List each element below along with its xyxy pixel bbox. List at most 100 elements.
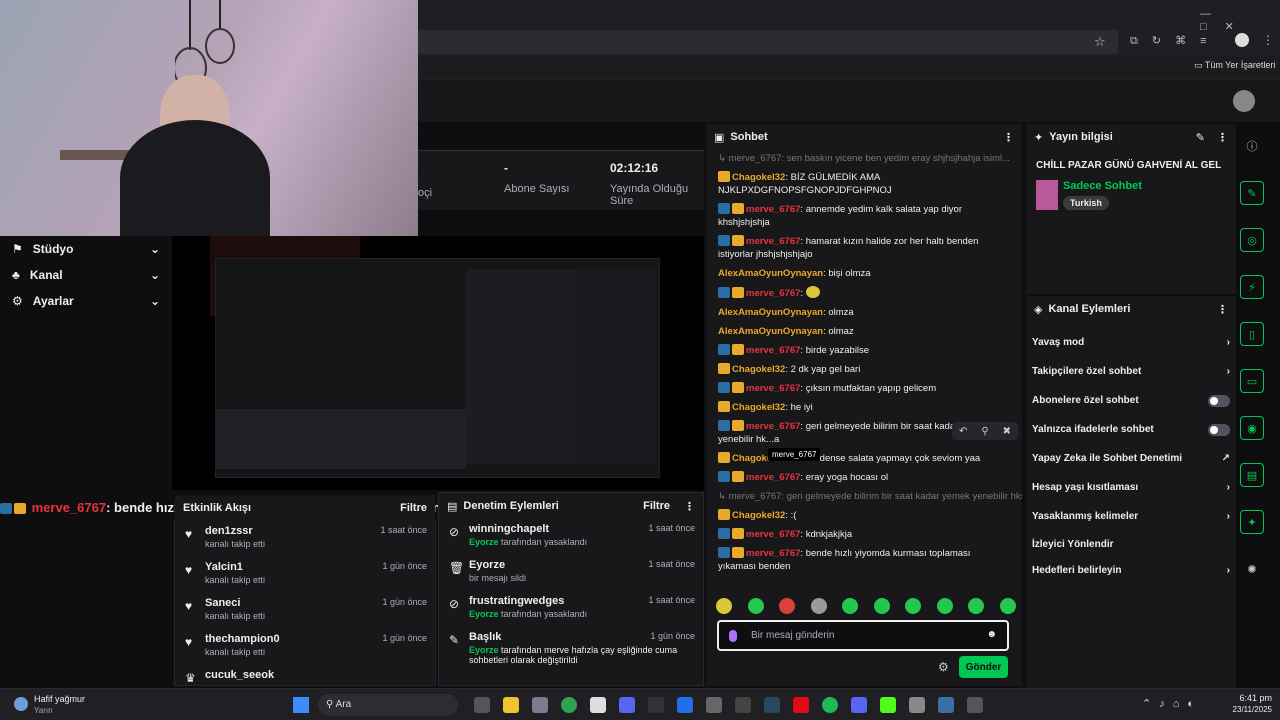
- avatar[interactable]: [1233, 90, 1255, 112]
- app-icon[interactable]: [706, 697, 722, 713]
- tray-icons[interactable]: ⌃♪⌂◐: [1142, 697, 1202, 710]
- menu-icon[interactable]: ⋮: [1262, 33, 1274, 47]
- list-item[interactable]: ⊘ winningchapelt Eyorze tarafından yasakla…: [439, 519, 703, 555]
- chat-message[interactable]: Chagokel32: he iyi: [706, 398, 1022, 417]
- toggle-switch[interactable]: [1208, 394, 1230, 407]
- action-raid[interactable]: İzleyici Yönlendir: [1026, 531, 1236, 557]
- emote-icon[interactable]: [873, 598, 890, 614]
- category-link[interactable]: Sadece Sohbet: [1063, 180, 1142, 192]
- chat-username[interactable]: merve_6767: [746, 345, 800, 356]
- emote-icon[interactable]: [968, 598, 985, 614]
- pin-icon[interactable]: ⚲: [981, 426, 988, 437]
- list-item[interactable]: ♥ Yalcin1 kanalı takip etti 1 gün önce: [175, 557, 435, 593]
- kick-icon[interactable]: [880, 697, 896, 713]
- spotify-icon[interactable]: [822, 697, 838, 713]
- chat-username[interactable]: AlexAmaOyunOynayan: [718, 307, 823, 318]
- category-thumbnail[interactable]: [1036, 180, 1058, 210]
- layout-icon[interactable]: ▤: [1240, 463, 1264, 487]
- chat-message[interactable]: merve_6767: eray yoga hocası ol: [706, 468, 1022, 487]
- chat-message[interactable]: merve_6767: çıksın mutfaktan yapıp gelic…: [706, 379, 1022, 398]
- toggle-switch[interactable]: [1208, 423, 1230, 436]
- emote-icon[interactable]: [810, 598, 827, 614]
- emote-icon[interactable]: [747, 598, 764, 614]
- nav-item-settings[interactable]: ⚙ Ayarlar ⌄: [0, 288, 172, 314]
- chat-bubble-icon[interactable]: ▭: [1240, 369, 1264, 393]
- address-bar[interactable]: [418, 30, 1118, 54]
- list-item[interactable]: ♥ Saneci kanalı takip etti 1 gün önce: [175, 593, 435, 629]
- send-button[interactable]: Gönder: [959, 656, 1008, 678]
- chat-username[interactable]: Chagokel32: [732, 364, 785, 375]
- chat-message[interactable]: Chagokel32: :(: [706, 506, 1022, 525]
- file-explorer-icon[interactable]: [503, 697, 519, 713]
- list-item[interactable]: ✎ Başlık Eyorze tarafından merve hafızla ç…: [439, 627, 703, 673]
- action-followers-only[interactable]: Takipçilere özel sohbet ›: [1026, 357, 1236, 386]
- more-icon[interactable]: ⋮: [1217, 131, 1228, 144]
- more-icon[interactable]: ⋮: [1217, 303, 1228, 316]
- chat-username[interactable]: Chagokel32: [732, 510, 785, 521]
- broadcast-icon[interactable]: ◉: [1240, 416, 1264, 440]
- star-icon[interactable]: ☆: [1094, 34, 1106, 50]
- weather-icon[interactable]: [14, 697, 28, 711]
- emote-icon[interactable]: [999, 598, 1016, 614]
- nav-item-studio[interactable]: ⚑ Stüdyo ⌄: [0, 236, 172, 262]
- tag-chip[interactable]: Turkish: [1063, 196, 1109, 210]
- list-item[interactable]: ♥ den1zssr kanalı takip etti 1 saat önce: [175, 521, 435, 557]
- more-icon[interactable]: ⋮: [1003, 131, 1014, 144]
- settings-icon[interactable]: ✺: [1240, 557, 1264, 581]
- emote-icon[interactable]: [936, 598, 953, 614]
- netflix-icon[interactable]: [793, 697, 809, 713]
- chat-message[interactable]: Chagokel32: ben nedense salata yapmayı ç…: [706, 449, 1022, 468]
- target-icon[interactable]: ◎: [1240, 228, 1264, 252]
- chat-message[interactable]: AlexAmaOyunOynayan: olmza: [706, 303, 1022, 322]
- nav-item-channel[interactable]: ♣ Kanal ⌄: [0, 262, 172, 288]
- chat-username[interactable]: Chagokel32: [732, 402, 785, 413]
- filter-button[interactable]: Filtre: [643, 500, 670, 512]
- app-icon[interactable]: [677, 697, 693, 713]
- chat-message[interactable]: merve_6767: birde yazabilse: [706, 341, 1022, 360]
- chat-message[interactable]: Chagokel32: BİZ GÜLMEDİK AMA NJKLPXDGFNO…: [706, 168, 1022, 200]
- chat-username[interactable]: merve_6767: [746, 204, 800, 215]
- chat-username[interactable]: AlexAmaOyunOynayan: [718, 268, 823, 279]
- app-icon[interactable]: [909, 697, 925, 713]
- list-item[interactable]: ♛ cucuk_seeok: [175, 665, 435, 685]
- edit-icon[interactable]: ✎: [1196, 131, 1205, 144]
- list-item[interactable]: ♥ thechampion0 kanalı takip etti 1 gün önce: [175, 629, 435, 665]
- chat-username[interactable]: AlexAmaOyunOynayan: [718, 326, 823, 337]
- wrench-icon[interactable]: ✦: [1240, 510, 1264, 534]
- list-item[interactable]: 🗑 Eyorze bir mesajı sildi 1 saat önce: [439, 555, 703, 591]
- app-icon[interactable]: [619, 697, 635, 713]
- search-box[interactable]: ⚲ Ara: [318, 694, 458, 716]
- window-controls[interactable]: —□✕: [1200, 8, 1280, 33]
- action-banned-words[interactable]: Yasaklanmış kelimeler ›: [1026, 502, 1236, 531]
- steam-icon[interactable]: [764, 697, 780, 713]
- reply-icon[interactable]: ↶: [959, 426, 967, 437]
- chat-username[interactable]: merve_6767: [746, 472, 800, 483]
- bookmarks-folder[interactable]: ▭ Tüm Yer İşaretleri: [1194, 60, 1275, 71]
- action-ai-moderation[interactable]: Yapay Zeka ile Sohbet Denetimi ↗: [1026, 444, 1236, 473]
- chat-message[interactable]: merve_6767:: [706, 283, 1022, 303]
- action-emote-only[interactable]: Yalnızca ifadelerle sohbet: [1026, 415, 1236, 444]
- chat-message[interactable]: merve_6767: bende hızlı yiyomda kurması …: [706, 544, 1022, 576]
- emote-icon[interactable]: [842, 598, 859, 614]
- chat-message[interactable]: merve_6767: kdnkjakjkja: [706, 525, 1022, 544]
- filter-button[interactable]: Filtre: [400, 502, 427, 514]
- action-slow-mode[interactable]: Yavaş mod ›: [1026, 328, 1236, 357]
- chat-input[interactable]: Bir mesaj gönderin ☻: [717, 620, 1009, 651]
- emote-icon[interactable]: [905, 598, 922, 614]
- list-item[interactable]: ⊘ frustratingwedges Eyorze tarafından yasa…: [439, 591, 703, 627]
- taskview-icon[interactable]: [474, 697, 490, 713]
- more-icon[interactable]: ⋮: [684, 500, 695, 513]
- toolbar-icons[interactable]: ⧉↻⌘≡: [1130, 34, 1221, 48]
- edit-icon[interactable]: ✎: [1240, 181, 1264, 205]
- chat-message[interactable]: AlexAmaOyunOynayan: olmaz: [706, 322, 1022, 341]
- chat-message[interactable]: Chagokel32: 2 dk yap gel bari: [706, 360, 1022, 379]
- chat-message[interactable]: merve_6767: hamarat kızın halide zor her…: [706, 232, 1022, 264]
- chat-username[interactable]: merve_6767: [746, 421, 800, 432]
- trash-icon[interactable]: ✖: [1003, 426, 1011, 437]
- app-icon[interactable]: [648, 697, 664, 713]
- emoji-icon[interactable]: ☻: [986, 629, 997, 640]
- chat-message[interactable]: AlexAmaOyunOynayan: bişi olmza: [706, 264, 1022, 283]
- bolt-icon[interactable]: ⚡: [1240, 275, 1264, 299]
- action-subs-only[interactable]: Abonelere özel sohbet: [1026, 386, 1236, 415]
- clipboard-icon[interactable]: ▯: [1240, 322, 1264, 346]
